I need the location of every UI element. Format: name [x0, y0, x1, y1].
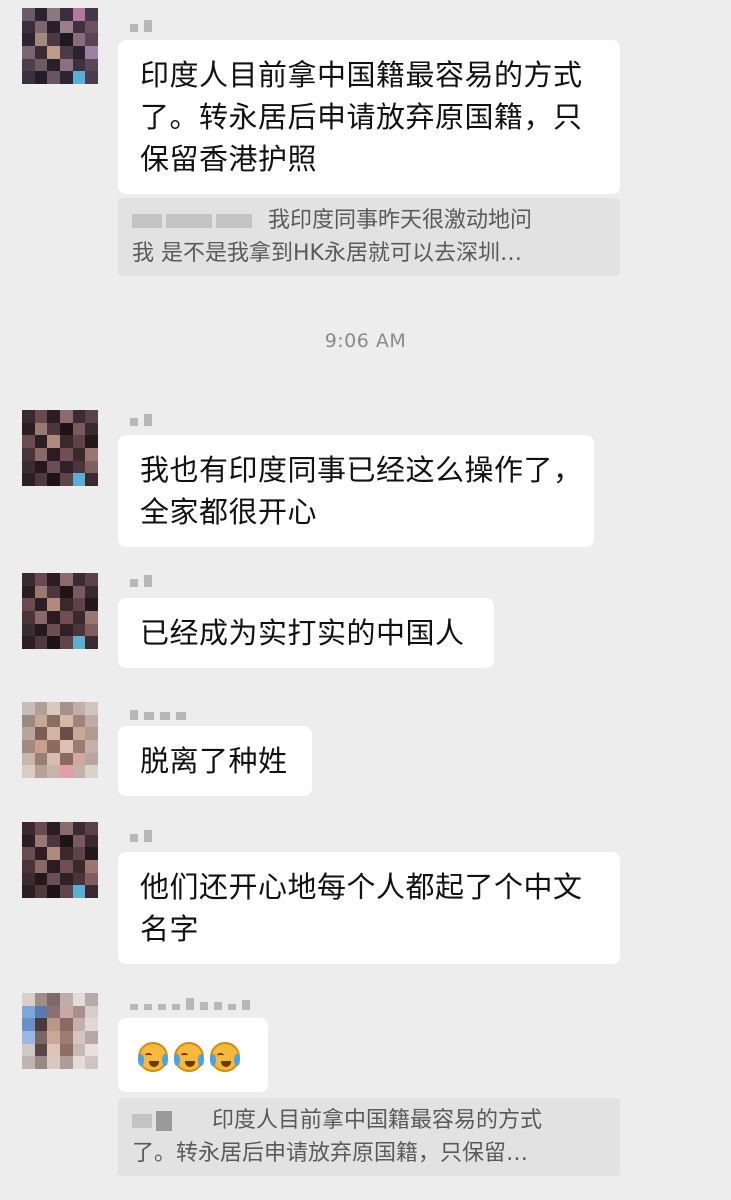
- sender-name-blurred: [130, 573, 152, 587]
- message-bubble[interactable]: 他们还开心地每个人都起了个中文 名字: [118, 852, 620, 964]
- quoted-message[interactable]: 印度人目前拿中国籍最容易的方式 了。转永居后申请放弃原国籍，只保留…: [118, 1098, 620, 1176]
- quoted-text: 印度人目前拿中国籍最容易的方式: [212, 1108, 543, 1133]
- quoted-sender-blurred: [132, 214, 162, 228]
- message-text: 他们还开心地每个人都起了个中文: [140, 870, 583, 904]
- quoted-sender-blurred: [216, 214, 252, 228]
- timestamp: 9:06 AM: [324, 330, 407, 352]
- quoted-text: 了。转永居后申请放弃原国籍，只保留…: [132, 1141, 529, 1166]
- message-text: 保留香港护照: [140, 142, 318, 176]
- avatar[interactable]: [22, 993, 98, 1069]
- crying-laughing-emoji: [174, 1042, 204, 1072]
- quoted-sender-blurred: [156, 1111, 172, 1131]
- message-text: 脱离了种姓: [140, 744, 288, 778]
- message-text: 全家都很开心: [140, 495, 318, 529]
- message-text: 印度人目前拿中国籍最容易的方式: [140, 58, 583, 92]
- message-text: 名字: [140, 912, 200, 946]
- avatar[interactable]: [22, 410, 98, 486]
- message-text: 已经成为实打实的中国人: [140, 616, 465, 650]
- avatar[interactable]: [22, 822, 98, 898]
- sender-name-blurred: [130, 706, 186, 720]
- quoted-sender-blurred: [166, 214, 212, 228]
- quoted-sender-blurred: [132, 1114, 152, 1128]
- message-bubble[interactable]: 我也有印度同事已经这么操作了， 全家都很开心: [118, 435, 594, 547]
- avatar[interactable]: [22, 8, 98, 84]
- message-bubble[interactable]: 已经成为实打实的中国人: [118, 598, 494, 668]
- message-bubble[interactable]: [118, 1018, 268, 1092]
- message-bubble[interactable]: 脱离了种姓: [118, 726, 312, 796]
- quoted-text: 我印度同事昨天很激动地问: [268, 208, 533, 233]
- sender-name-blurred: [130, 18, 152, 32]
- avatar[interactable]: [22, 573, 98, 649]
- avatar[interactable]: [22, 702, 98, 778]
- message-text: 我也有印度同事已经这么操作了，: [140, 453, 583, 487]
- quoted-message[interactable]: 我印度同事昨天很激动地问 我 是不是我拿到HK永居就可以去深圳…: [118, 198, 620, 276]
- sender-name-blurred: [130, 828, 152, 842]
- message-bubble[interactable]: 印度人目前拿中国籍最容易的方式 了。转永居后申请放弃原国籍，只 保留香港护照: [118, 40, 620, 194]
- crying-laughing-emoji: [210, 1042, 240, 1072]
- sender-name-blurred: [130, 996, 250, 1010]
- crying-laughing-emoji: [138, 1042, 168, 1072]
- message-text: 了。转永居后申请放弃原国籍，只: [140, 100, 583, 134]
- quoted-text: 我 是不是我拿到HK永居就可以去深圳…: [132, 241, 522, 266]
- sender-name-blurred: [130, 412, 152, 426]
